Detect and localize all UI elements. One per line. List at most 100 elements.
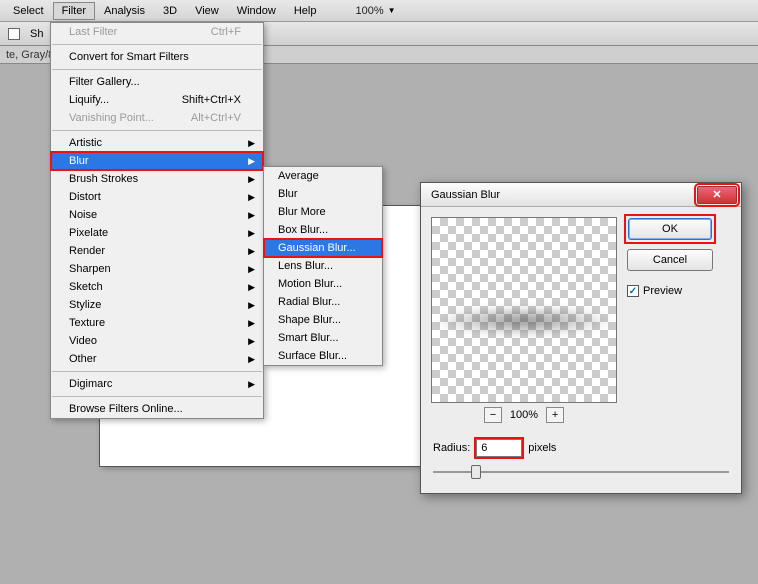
submenu-arrow-icon: ▶	[248, 282, 255, 293]
menu-analysis[interactable]: Analysis	[95, 2, 154, 20]
show-label: Sh	[30, 28, 43, 40]
filter-cat-label: Other	[69, 353, 97, 365]
filter-cat-label: Noise	[69, 209, 97, 221]
filter-cat-label: Texture	[69, 317, 105, 329]
ok-button[interactable]: OK	[628, 218, 712, 240]
submenu-arrow-icon: ▶	[248, 300, 255, 311]
filter-cat-noise[interactable]: Noise ▶	[51, 206, 263, 224]
filter-vanishing[interactable]: Vanishing Point... Alt+Ctrl+V	[51, 109, 263, 127]
filter-cat-texture[interactable]: Texture ▶	[51, 314, 263, 332]
menubar: Select Filter Analysis 3D View Window He…	[0, 0, 758, 22]
menu-divider	[52, 69, 262, 70]
radius-label: Radius:	[433, 442, 470, 454]
blur-shape[interactable]: Shape Blur...	[264, 311, 382, 329]
blur-blur[interactable]: Blur	[264, 185, 382, 203]
submenu-arrow-icon: ▶	[248, 354, 255, 365]
dialog-title: Gaussian Blur	[431, 189, 500, 201]
filter-cat-sketch[interactable]: Sketch ▶	[51, 278, 263, 296]
blur-gaussian[interactable]: Gaussian Blur...	[264, 239, 382, 257]
filter-liquify-shortcut: Shift+Ctrl+X	[182, 94, 241, 106]
filter-cat-distort[interactable]: Distort ▶	[51, 188, 263, 206]
filter-cat-pixelate[interactable]: Pixelate ▶	[51, 224, 263, 242]
filter-cat-stylize[interactable]: Stylize ▶	[51, 296, 263, 314]
filter-menu-dropdown: Last Filter Ctrl+F Convert for Smart Fil…	[50, 22, 264, 419]
filter-cat-label: Stylize	[69, 299, 101, 311]
filter-vanishing-label: Vanishing Point...	[69, 112, 154, 124]
filter-cat-label: Render	[69, 245, 105, 257]
filter-liquify[interactable]: Liquify... Shift+Ctrl+X	[51, 91, 263, 109]
blur-average[interactable]: Average	[264, 167, 382, 185]
filter-browse-online[interactable]: Browse Filters Online...	[51, 400, 263, 418]
filter-cat-sharpen[interactable]: Sharpen ▶	[51, 260, 263, 278]
gaussian-blur-dialog: Gaussian Blur ✕ − 100% + OK Cancel ✓ Pre…	[420, 182, 742, 494]
filter-cat-video[interactable]: Video ▶	[51, 332, 263, 350]
submenu-arrow-icon: ▶	[248, 210, 255, 221]
filter-last[interactable]: Last Filter Ctrl+F	[51, 23, 263, 41]
cancel-button[interactable]: Cancel	[627, 249, 713, 271]
submenu-arrow-icon: ▶	[248, 246, 255, 257]
filter-cat-other[interactable]: Other ▶	[51, 350, 263, 368]
chevron-down-icon[interactable]: ▼	[388, 6, 396, 15]
menu-filter[interactable]: Filter	[53, 2, 95, 20]
filter-vanishing-shortcut: Alt+Ctrl+V	[191, 112, 241, 124]
preview-zoom: 100%	[510, 409, 538, 421]
close-icon[interactable]: ✕	[697, 186, 737, 204]
filter-digimarc-label: Digimarc	[69, 378, 112, 390]
filter-cat-label: Artistic	[69, 137, 102, 149]
document-tab-label: te, Gray/8	[6, 49, 54, 61]
filter-cat-label: Sharpen	[69, 263, 111, 275]
dialog-titlebar[interactable]: Gaussian Blur ✕	[421, 183, 741, 207]
filter-cat-label: Sketch	[69, 281, 103, 293]
filter-last-shortcut: Ctrl+F	[211, 26, 241, 38]
show-checkbox[interactable]	[8, 28, 20, 40]
menu-divider	[52, 371, 262, 372]
filter-cat-artistic[interactable]: Artistic▶	[51, 134, 263, 152]
filter-cat-render[interactable]: Render ▶	[51, 242, 263, 260]
submenu-arrow-icon: ▶	[248, 174, 255, 185]
menu-view[interactable]: View	[186, 2, 228, 20]
submenu-arrow-icon: ▶	[248, 192, 255, 203]
zoom-level[interactable]: 100%	[355, 5, 383, 17]
blur-smart[interactable]: Smart Blur...	[264, 329, 382, 347]
radius-unit: pixels	[528, 442, 556, 454]
menu-window[interactable]: Window	[228, 2, 285, 20]
blur-submenu: Average Blur Blur More Box Blur... Gauss…	[263, 166, 383, 366]
preview-checkbox[interactable]: ✓	[627, 285, 639, 297]
menu-divider	[52, 44, 262, 45]
submenu-arrow-icon: ▶	[248, 228, 255, 239]
filter-browse-label: Browse Filters Online...	[69, 403, 183, 415]
filter-digimarc[interactable]: Digimarc▶	[51, 375, 263, 393]
filter-cat-label: Video	[69, 335, 97, 347]
blur-radial[interactable]: Radial Blur...	[264, 293, 382, 311]
preview-checkbox-row[interactable]: ✓ Preview	[627, 285, 713, 297]
menu-3d[interactable]: 3D	[154, 2, 186, 20]
menu-divider	[52, 396, 262, 397]
submenu-arrow-icon: ▶	[248, 156, 255, 167]
filter-cat-brush[interactable]: Brush Strokes▶	[51, 170, 263, 188]
blur-motion[interactable]: Motion Blur...	[264, 275, 382, 293]
slider-thumb[interactable]	[471, 465, 481, 479]
zoom-out-button[interactable]: −	[484, 407, 502, 423]
radius-slider[interactable]	[433, 463, 729, 481]
blur-box[interactable]: Box Blur...	[264, 221, 382, 239]
filter-convert-label: Convert for Smart Filters	[69, 51, 189, 63]
zoom-in-button[interactable]: +	[546, 407, 564, 423]
submenu-arrow-icon: ▶	[248, 336, 255, 347]
filter-convert-smart[interactable]: Convert for Smart Filters	[51, 48, 263, 66]
radius-input[interactable]	[476, 439, 522, 457]
menu-help[interactable]: Help	[285, 2, 326, 20]
preview-checkbox-label: Preview	[643, 285, 682, 297]
filter-gallery-label: Filter Gallery...	[69, 76, 140, 88]
filter-cat-label: Pixelate	[69, 227, 108, 239]
menu-select[interactable]: Select	[4, 2, 53, 20]
filter-gallery[interactable]: Filter Gallery...	[51, 73, 263, 91]
blur-lens[interactable]: Lens Blur...	[264, 257, 382, 275]
preview-content	[432, 306, 616, 336]
submenu-arrow-icon: ▶	[248, 318, 255, 329]
submenu-arrow-icon: ▶	[248, 264, 255, 275]
blur-more[interactable]: Blur More	[264, 203, 382, 221]
blur-surface[interactable]: Surface Blur...	[264, 347, 382, 365]
filter-cat-blur[interactable]: Blur▶	[51, 152, 263, 170]
preview-thumbnail[interactable]	[431, 217, 617, 403]
filter-cat-label: Distort	[69, 191, 101, 203]
